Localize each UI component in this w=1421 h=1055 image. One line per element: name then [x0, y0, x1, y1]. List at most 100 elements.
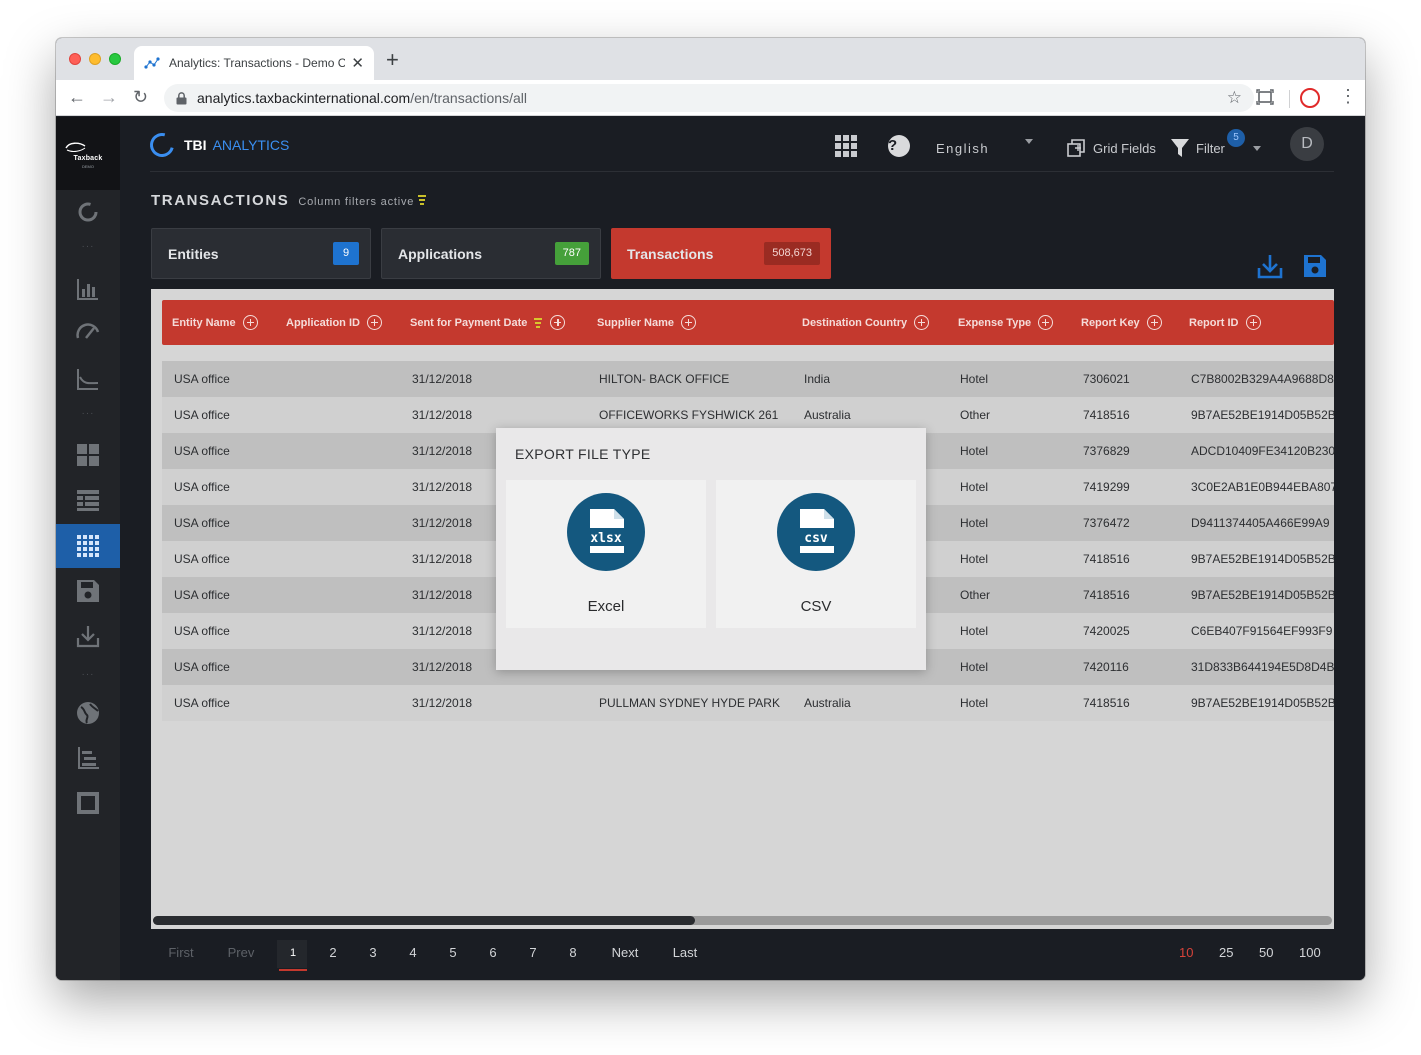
excel-file-icon: xlsx — [567, 493, 645, 571]
minimize-window-button[interactable] — [89, 53, 101, 65]
sidebar-item-download[interactable] — [56, 614, 120, 658]
sidebar-divider: ··· — [81, 241, 95, 252]
page-size-option[interactable]: 25 — [1219, 935, 1233, 971]
add-column-filter-icon[interactable] — [1245, 315, 1261, 330]
filter-caret-icon[interactable] — [1253, 146, 1261, 151]
page-number-button[interactable]: 6 — [479, 935, 507, 971]
table-cell: 31/12/2018 — [412, 660, 473, 674]
table-cell: PULLMAN SYDNEY HYDE PARK — [599, 696, 780, 710]
add-column-filter-icon[interactable] — [914, 315, 930, 330]
csv-option-label: CSV — [800, 598, 832, 615]
back-arrow-icon[interactable]: ← — [68, 87, 86, 107]
entities-card[interactable]: Entities 9 — [151, 228, 371, 279]
sidebar-item-line-chart[interactable] — [56, 357, 120, 401]
page-title-text: TRANSACTIONS — [151, 192, 290, 209]
export-excel-option[interactable]: xlsx Excel — [506, 480, 706, 628]
transactions-card[interactable]: Transactions 508,673 — [611, 228, 831, 279]
sidebar-item-frame[interactable] — [56, 781, 120, 825]
reload-icon[interactable]: ↻ — [133, 87, 148, 107]
horizontal-scrollbar-thumb[interactable] — [153, 916, 695, 925]
sidebar-item-bar-chart[interactable] — [56, 267, 120, 311]
sidebar-item-hierarchy[interactable] — [56, 736, 120, 780]
column-header[interactable]: Expense Type — [958, 300, 1054, 345]
language-caret-icon[interactable] — [1025, 139, 1033, 144]
column-header[interactable]: Sent for Payment Date — [410, 300, 566, 345]
column-header[interactable]: Report ID — [1189, 300, 1261, 345]
table-cell: Hotel — [960, 696, 989, 710]
column-header[interactable]: Report Key — [1081, 300, 1162, 345]
active-filter-icon[interactable] — [533, 317, 543, 328]
page-size-option[interactable]: 100 — [1299, 935, 1321, 971]
add-column-filter-icon[interactable] — [1038, 315, 1054, 330]
company-logo[interactable]: Taxback DEMO — [56, 117, 120, 190]
table-row[interactable]: USA office 31/12/2018 HILTON- BACK OFFICE I… — [162, 361, 1334, 397]
screen-capture-icon[interactable] — [1256, 89, 1274, 105]
table-cell: 9B7AE52BE1914D05B52B — [1191, 696, 1334, 710]
opera-icon[interactable] — [1300, 88, 1320, 108]
url-host: analytics.taxbackinternational.com — [197, 90, 411, 106]
taxback-logo-icon — [65, 142, 86, 152]
help-icon[interactable]: ? — [888, 135, 910, 157]
sidebar-item-list[interactable] — [56, 478, 120, 522]
user-avatar[interactable]: D — [1290, 127, 1324, 161]
funnel-icon — [1171, 139, 1189, 157]
sidebar-item-globe[interactable] — [56, 691, 120, 735]
first-page-button[interactable]: First — [163, 935, 199, 971]
sidebar-item-loading[interactable] — [56, 190, 120, 234]
applications-card[interactable]: Applications 787 — [381, 228, 601, 279]
tab-close-icon[interactable]: ✕ — [351, 54, 364, 72]
page-number-button[interactable]: 5 — [439, 935, 467, 971]
add-column-filter-icon[interactable] — [242, 315, 258, 330]
page-size-option[interactable]: 50 — [1259, 935, 1273, 971]
maximize-window-button[interactable] — [109, 53, 121, 65]
brand-tbi: TBI — [184, 137, 207, 153]
table-cell: 31/12/2018 — [412, 588, 473, 602]
page-number-button[interactable]: 1 — [279, 935, 307, 971]
close-window-button[interactable] — [69, 53, 81, 65]
page-number-button[interactable]: 4 — [399, 935, 427, 971]
add-column-filter-icon[interactable] — [1146, 315, 1162, 330]
table-cell: Hotel — [960, 552, 989, 566]
page-number-button[interactable]: 8 — [559, 935, 587, 971]
page-size-option[interactable]: 10 — [1179, 935, 1193, 971]
new-tab-button[interactable]: + — [386, 49, 399, 71]
sidebar-item-dashboard[interactable] — [56, 433, 120, 477]
export-csv-option[interactable]: csv CSV — [716, 480, 916, 628]
sidebar-item-save[interactable] — [56, 569, 120, 613]
column-header[interactable]: Application ID — [286, 300, 382, 345]
address-bar[interactable]: analytics.taxbackinternational.com/en/tr… — [164, 84, 1254, 112]
next-page-button[interactable]: Next — [607, 935, 643, 971]
table-cell: USA office — [174, 624, 230, 638]
save-grid-icon[interactable] — [1303, 254, 1327, 278]
sidebar-item-gauge[interactable] — [56, 310, 120, 354]
table-cell: 31/12/2018 — [412, 552, 473, 566]
sidebar-item-grid[interactable] — [56, 524, 120, 568]
add-column-filter-icon[interactable] — [681, 315, 697, 330]
browser-tab[interactable]: Analytics: Transactions - Demo C ✕ — [134, 46, 374, 80]
grid-fields-button[interactable]: Grid Fields — [1067, 133, 1156, 163]
table-cell: 3C0E2AB1E0B944EBA807 — [1191, 480, 1334, 494]
browser-menu-icon[interactable]: ⋮ — [1339, 86, 1357, 106]
filter-count-badge: 5 — [1227, 129, 1245, 147]
filter-button[interactable]: Filter — [1170, 133, 1225, 163]
table-row[interactable]: USA office 31/12/2018 PULLMAN SYDNEY HYDE … — [162, 685, 1334, 721]
bookmark-star-icon[interactable]: ☆ — [1227, 88, 1242, 108]
add-column-filter-icon[interactable] — [366, 315, 382, 330]
add-column-filter-icon[interactable] — [550, 315, 566, 330]
applications-count: 787 — [554, 242, 589, 265]
grid-fields-label: Grid Fields — [1093, 140, 1156, 156]
page-number-button[interactable]: 7 — [519, 935, 547, 971]
language-select[interactable]: English — [936, 133, 989, 163]
last-page-button[interactable]: Last — [669, 935, 701, 971]
export-download-icon[interactable] — [1257, 253, 1283, 279]
column-header[interactable]: Supplier Name — [597, 300, 697, 345]
brand[interactable]: TBI ANALYTICS — [145, 128, 289, 162]
entities-count: 9 — [333, 242, 359, 265]
apps-grid-icon[interactable] — [835, 135, 857, 157]
column-header[interactable]: Destination Country — [802, 300, 930, 345]
column-header[interactable]: Entity Name — [172, 300, 258, 345]
prev-page-button[interactable]: Prev — [225, 935, 257, 971]
forward-arrow-icon[interactable]: → — [100, 87, 118, 107]
page-number-button[interactable]: 3 — [359, 935, 387, 971]
page-number-button[interactable]: 2 — [319, 935, 347, 971]
